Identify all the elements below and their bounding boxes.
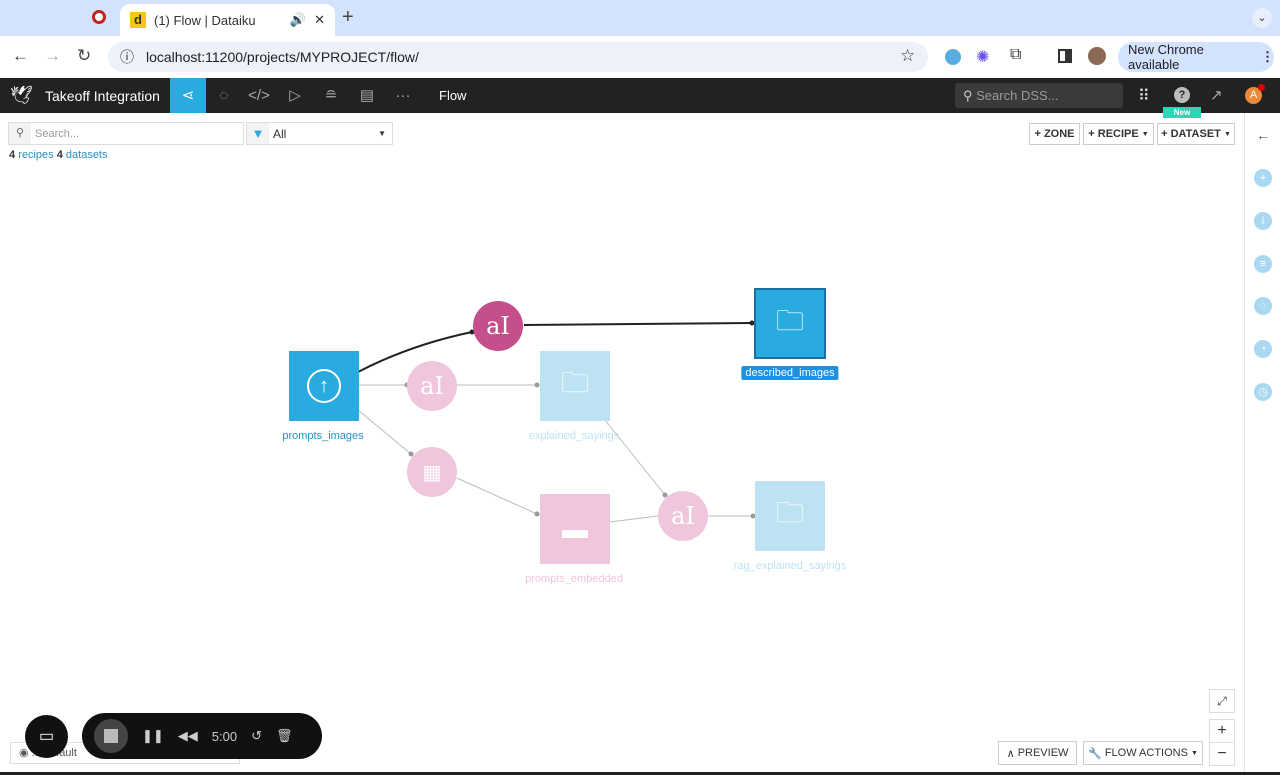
embedded-dataset-icon: ▬ bbox=[562, 513, 588, 544]
recipe-llm-rag[interactable]: aI bbox=[658, 491, 708, 541]
right-panel-divider bbox=[1244, 113, 1245, 775]
flow-actions-label: FLOW ACTIONS bbox=[1104, 747, 1188, 759]
collapse-panel-icon[interactable]: ← bbox=[1256, 127, 1270, 143]
tab-search-button[interactable]: ⌄ bbox=[1252, 8, 1272, 28]
fit-view-icon[interactable]: ⤢ bbox=[1209, 689, 1235, 713]
stop-button[interactable] bbox=[94, 719, 128, 753]
wrench-icon: 🔧 bbox=[1088, 747, 1102, 760]
add-icon[interactable]: + bbox=[1254, 169, 1272, 187]
edge bbox=[456, 477, 538, 515]
preview-label: PREVIEW bbox=[1017, 747, 1069, 759]
menu-icon[interactable]: ⋮ bbox=[1261, 49, 1274, 65]
info-icon[interactable]: i bbox=[1254, 212, 1272, 230]
upload-icon: ↑ bbox=[307, 369, 341, 403]
notification-dot bbox=[1258, 84, 1265, 91]
dataset-label[interactable]: explained_sayings bbox=[529, 430, 620, 442]
llm-recipe-icon: aI bbox=[420, 372, 444, 400]
edge bbox=[608, 515, 659, 523]
recording-controls: ❚❚ ◀◀ 5:00 ↺ 🗑 bbox=[82, 713, 322, 759]
preview-button[interactable]: ∧ PREVIEW bbox=[998, 741, 1077, 765]
recipe-llm-explain[interactable]: aI bbox=[407, 361, 457, 411]
recipe-embed[interactable]: ▦ bbox=[407, 447, 457, 497]
folder-icon: 🗀 bbox=[560, 367, 589, 398]
dataset-described-images[interactable]: 🗀 bbox=[754, 288, 826, 359]
timeline-icon[interactable]: ◷ bbox=[1254, 383, 1272, 401]
eye-icon: ◉ bbox=[19, 747, 29, 759]
dataset-label[interactable]: prompts_images bbox=[282, 430, 363, 442]
folder-icon: 🗀 bbox=[775, 497, 804, 528]
dataset-prompts-embedded[interactable]: ▬ bbox=[540, 494, 610, 564]
recipe-llm-describe[interactable]: aI bbox=[473, 301, 523, 351]
dataset-label[interactable]: prompts_embedded bbox=[525, 573, 623, 585]
dataset-label[interactable]: rag_explained_sayings bbox=[734, 560, 847, 572]
details-icon[interactable]: ≡ bbox=[1254, 255, 1272, 273]
flow-edges bbox=[357, 320, 756, 523]
embed-recipe-icon: ▦ bbox=[422, 460, 442, 484]
chevron-up-icon: ∧ bbox=[1006, 747, 1015, 760]
edge bbox=[523, 322, 753, 326]
dataset-prompts-images[interactable]: ↑ bbox=[289, 351, 359, 421]
pause-icon[interactable]: ❚❚ bbox=[142, 728, 164, 744]
restart-icon[interactable]: ↺ bbox=[251, 728, 262, 744]
rewind-icon[interactable]: ◀◀ bbox=[178, 728, 198, 744]
llm-recipe-icon: aI bbox=[486, 312, 510, 340]
folder-icon: 🗀 bbox=[775, 304, 804, 336]
edge bbox=[357, 409, 412, 455]
dataset-label-selected[interactable]: described_images bbox=[741, 366, 839, 380]
lineage-icon[interactable]: ◔ bbox=[1254, 340, 1272, 358]
dataset-rag-explained-sayings[interactable]: 🗀 bbox=[755, 481, 825, 551]
dataset-explained-sayings[interactable]: 🗀 bbox=[540, 351, 610, 421]
trash-icon[interactable]: 🗑 bbox=[276, 728, 293, 744]
llm-recipe-icon: aI bbox=[671, 502, 695, 530]
timer: 5:00 bbox=[211, 728, 238, 744]
discussions-icon[interactable]: ◌ bbox=[1254, 297, 1272, 315]
flow-actions-button[interactable]: 🔧 FLOW ACTIONS ▼ bbox=[1083, 741, 1203, 765]
zoom-in-icon[interactable]: + bbox=[1209, 719, 1235, 743]
zoom-out-icon[interactable]: − bbox=[1209, 742, 1235, 766]
camera-icon[interactable]: ▭ bbox=[25, 715, 68, 758]
